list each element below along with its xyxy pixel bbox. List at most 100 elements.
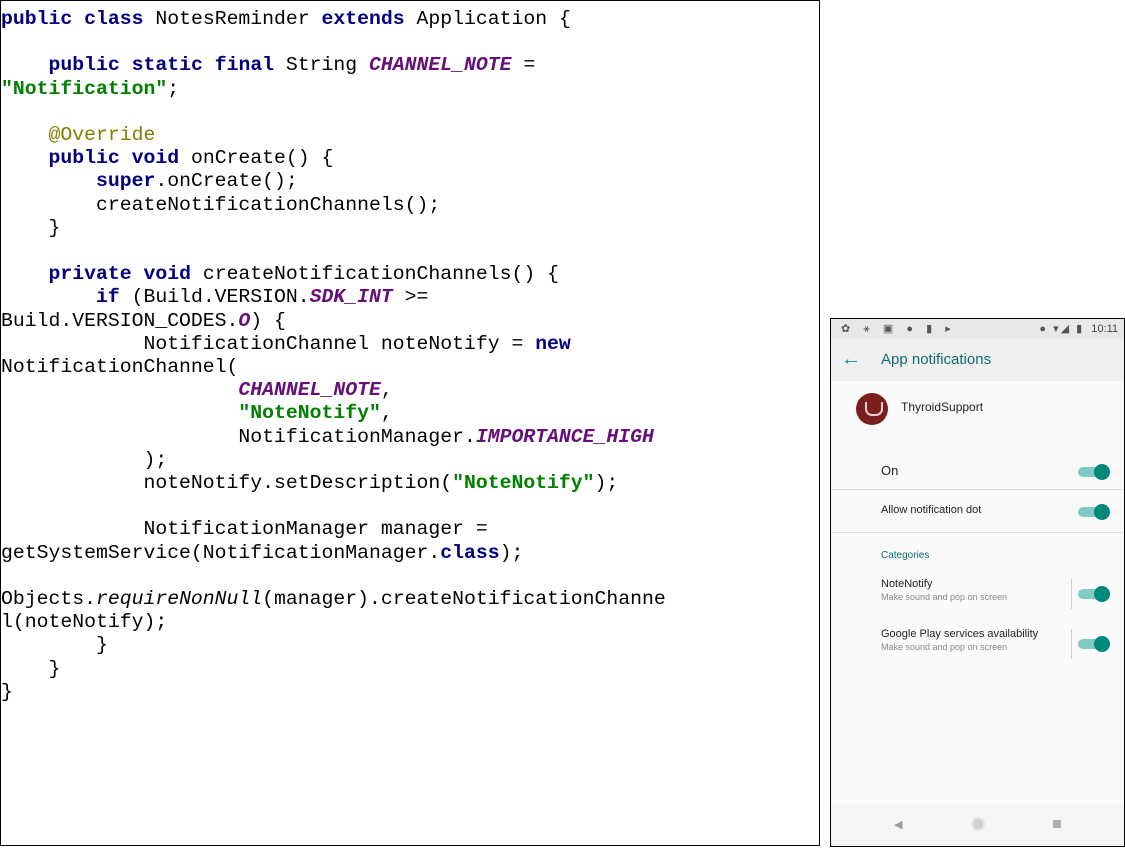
code-line: noteNotify.setDescription("NoteNotify"); xyxy=(1,472,666,495)
code-line: NotificationChannel noteNotify = new xyxy=(1,333,666,356)
code-token: >= xyxy=(392,286,429,309)
code-token: createNotificationChannels() { xyxy=(190,263,559,286)
code-line: CHANNEL_NOTE, xyxy=(1,379,666,402)
code-token: if xyxy=(95,286,120,309)
code-line: } xyxy=(1,681,666,704)
code-line: NotificationChannel( xyxy=(1,356,666,379)
code-token: Objects. xyxy=(1,588,96,611)
code-token: ); xyxy=(1,448,168,471)
categories-label: Categories xyxy=(881,550,930,561)
code-token: public xyxy=(48,147,120,170)
status-right: ● ▾◢ ▮ 10:11 xyxy=(1039,322,1118,335)
code-token: ); xyxy=(499,541,524,564)
code-token: requireNonNull xyxy=(95,588,263,611)
code-token: CHANNEL_NOTE xyxy=(369,54,512,77)
code-token: public xyxy=(48,54,120,77)
code-line: public static final String CHANNEL_NOTE … xyxy=(1,54,666,77)
category-row-notenotify[interactable]: NoteNotify Make sound and pop on screen xyxy=(831,567,1124,617)
category-subtitle: Make sound and pop on screen xyxy=(881,642,1008,652)
code-line: Build.VERSION_CODES.O) { xyxy=(1,310,666,333)
notification-dot-label: Allow notification dot xyxy=(881,504,982,516)
status-bar: ✿ ⚹ ▣ ● ▮ ▸ ● ▾◢ ▮ 10:11 xyxy=(831,319,1124,339)
app-name: ThyroidSupport xyxy=(901,400,984,414)
code-token: (manager).createNotificationChanne xyxy=(262,588,666,611)
code-token: } xyxy=(1,634,108,657)
code-line: getSystemService(NotificationManager.cla… xyxy=(1,542,666,565)
code-token: createNotificationChannels(); xyxy=(1,193,441,216)
code-token: public xyxy=(1,8,73,30)
nav-back-icon[interactable]: ◀ xyxy=(894,818,902,831)
code-token: } xyxy=(1,657,61,680)
code-token: ); xyxy=(594,472,619,495)
code-line: createNotificationChannels(); xyxy=(1,194,666,217)
vertical-divider xyxy=(1071,579,1072,609)
code-token: class xyxy=(84,8,144,30)
code-line: @Override xyxy=(1,124,666,147)
code-token: void xyxy=(131,147,180,170)
code-line: NotificationManager.IMPORTANCE_HIGH xyxy=(1,426,666,449)
code-line: public void onCreate() { xyxy=(1,147,666,170)
category-row-google-play[interactable]: Google Play services availability Make s… xyxy=(831,617,1124,667)
category-title: Google Play services availability xyxy=(881,628,1039,640)
code-token: "Notification" xyxy=(1,77,168,100)
code-line: } xyxy=(1,658,666,681)
code-token: "NoteNotify" xyxy=(452,472,595,495)
category-toggle[interactable] xyxy=(1078,586,1112,602)
on-toggle[interactable] xyxy=(1078,464,1112,480)
code-token: , xyxy=(380,402,393,425)
on-toggle-row[interactable]: On xyxy=(831,443,1124,489)
code-token: CHANNEL_NOTE xyxy=(238,379,381,402)
code-token: "NoteNotify" xyxy=(238,402,381,425)
code-token: SDK_INT xyxy=(309,286,393,309)
category-toggle[interactable] xyxy=(1078,636,1112,652)
code-token: @Override xyxy=(48,124,156,147)
code-line: Objects.requireNonNull(manager).createNo… xyxy=(1,588,666,611)
code-token: void xyxy=(143,263,191,286)
code-line: NotificationManager manager = xyxy=(1,518,666,541)
code-token: , xyxy=(380,379,393,402)
code-token: (Build.VERSION. xyxy=(119,286,310,309)
code-token: NotificationChannel noteNotify = xyxy=(1,332,536,355)
nav-recents-icon[interactable] xyxy=(1053,820,1061,828)
code-token: new xyxy=(535,332,571,355)
notification-dot-row[interactable]: Allow notification dot xyxy=(831,490,1124,532)
nav-home-icon[interactable] xyxy=(971,817,985,831)
code-line: private void createNotificationChannels(… xyxy=(1,263,666,286)
code-token: super xyxy=(95,170,156,193)
code-token: O xyxy=(238,309,251,332)
code-token: class xyxy=(440,541,500,564)
code-line: if (Build.VERSION.SDK_INT >= xyxy=(1,286,666,309)
toolbar: ← App notifications xyxy=(831,339,1124,381)
code-token: String xyxy=(274,54,370,77)
notification-dot-toggle[interactable] xyxy=(1078,504,1112,520)
back-arrow-icon[interactable]: ← xyxy=(841,347,861,371)
category-title: NoteNotify xyxy=(881,578,933,590)
signal-battery-icon: ● ▾◢ ▮ xyxy=(1039,323,1085,335)
notification-icons: ✿ ⚹ ▣ ● ▮ ▸ xyxy=(841,323,956,335)
code-token: extends xyxy=(321,8,405,30)
code-token: onCreate() { xyxy=(179,147,334,170)
app-header: ThyroidSupport xyxy=(831,381,1124,443)
category-subtitle: Make sound and pop on screen xyxy=(881,592,1008,602)
code-token: noteNotify.setDescription( xyxy=(1,472,453,495)
code-token: Build.VERSION_CODES. xyxy=(1,309,239,332)
code-token: final xyxy=(214,54,275,77)
code-line: } xyxy=(1,634,666,657)
code-token: IMPORTANCE_HIGH xyxy=(475,425,654,448)
clock: 10:11 xyxy=(1091,323,1118,335)
code-token: l(noteNotify); xyxy=(1,611,168,634)
code-token: getSystemService(NotificationManager. xyxy=(1,541,441,564)
